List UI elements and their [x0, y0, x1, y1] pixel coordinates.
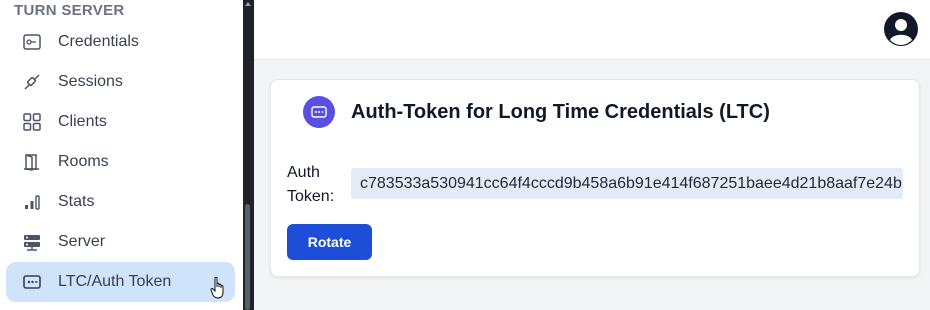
sidebar-item-sessions[interactable]: Sessions [6, 62, 235, 102]
hand-cursor-icon [210, 276, 228, 305]
key-card-icon [21, 31, 43, 53]
sidebar-item-label: Rooms [58, 153, 109, 170]
card-title: Auth-Token for Long Time Credentials (LT… [351, 101, 770, 123]
plug-icon [21, 71, 43, 93]
main-content: Auth-Token for Long Time Credentials (LT… [254, 60, 930, 310]
token-icon [303, 96, 335, 128]
sidebar-item-clients[interactable]: Clients [6, 102, 235, 142]
sidebar-scrollbar[interactable] [243, 0, 254, 310]
sidebar-item-label: Credentials [58, 33, 139, 50]
bar-chart-icon [21, 191, 43, 213]
sidebar-item-label: LTC/Auth Token [58, 273, 172, 290]
door-icon [21, 151, 43, 173]
user-avatar-icon[interactable] [884, 12, 918, 46]
sidebar: TURN SERVER Credentials Sessions Clients… [0, 0, 243, 310]
auth-token-label: Auth Token: [287, 164, 335, 205]
sidebar-item-ltc-auth-token[interactable]: LTC/Auth Token [6, 262, 235, 302]
sidebar-item-server[interactable]: Server [6, 222, 235, 262]
sidebar-item-label: Clients [58, 113, 107, 130]
scrollbar-thumb[interactable] [245, 204, 250, 310]
rotate-button[interactable]: Rotate [287, 224, 372, 260]
token-icon [21, 271, 43, 293]
grid-icon [21, 111, 43, 133]
scroll-up-icon[interactable] [245, 2, 251, 6]
auth-token-value[interactable]: c783533a530941cc64f4cccd9b458a6b91e414f6… [351, 168, 903, 199]
section-title: TURN SERVER [14, 2, 125, 19]
sidebar-item-label: Server [58, 233, 106, 250]
sidebar-item-label: Stats [58, 193, 95, 210]
sidebar-item-credentials[interactable]: Credentials [6, 22, 235, 62]
sidebar-item-label: Sessions [58, 73, 123, 90]
sidebar-item-stats[interactable]: Stats [6, 182, 235, 222]
sidebar-item-rooms[interactable]: Rooms [6, 142, 235, 182]
auth-token-card: Auth-Token for Long Time Credentials (LT… [270, 79, 920, 277]
top-bar [254, 0, 930, 60]
server-icon [21, 231, 43, 253]
